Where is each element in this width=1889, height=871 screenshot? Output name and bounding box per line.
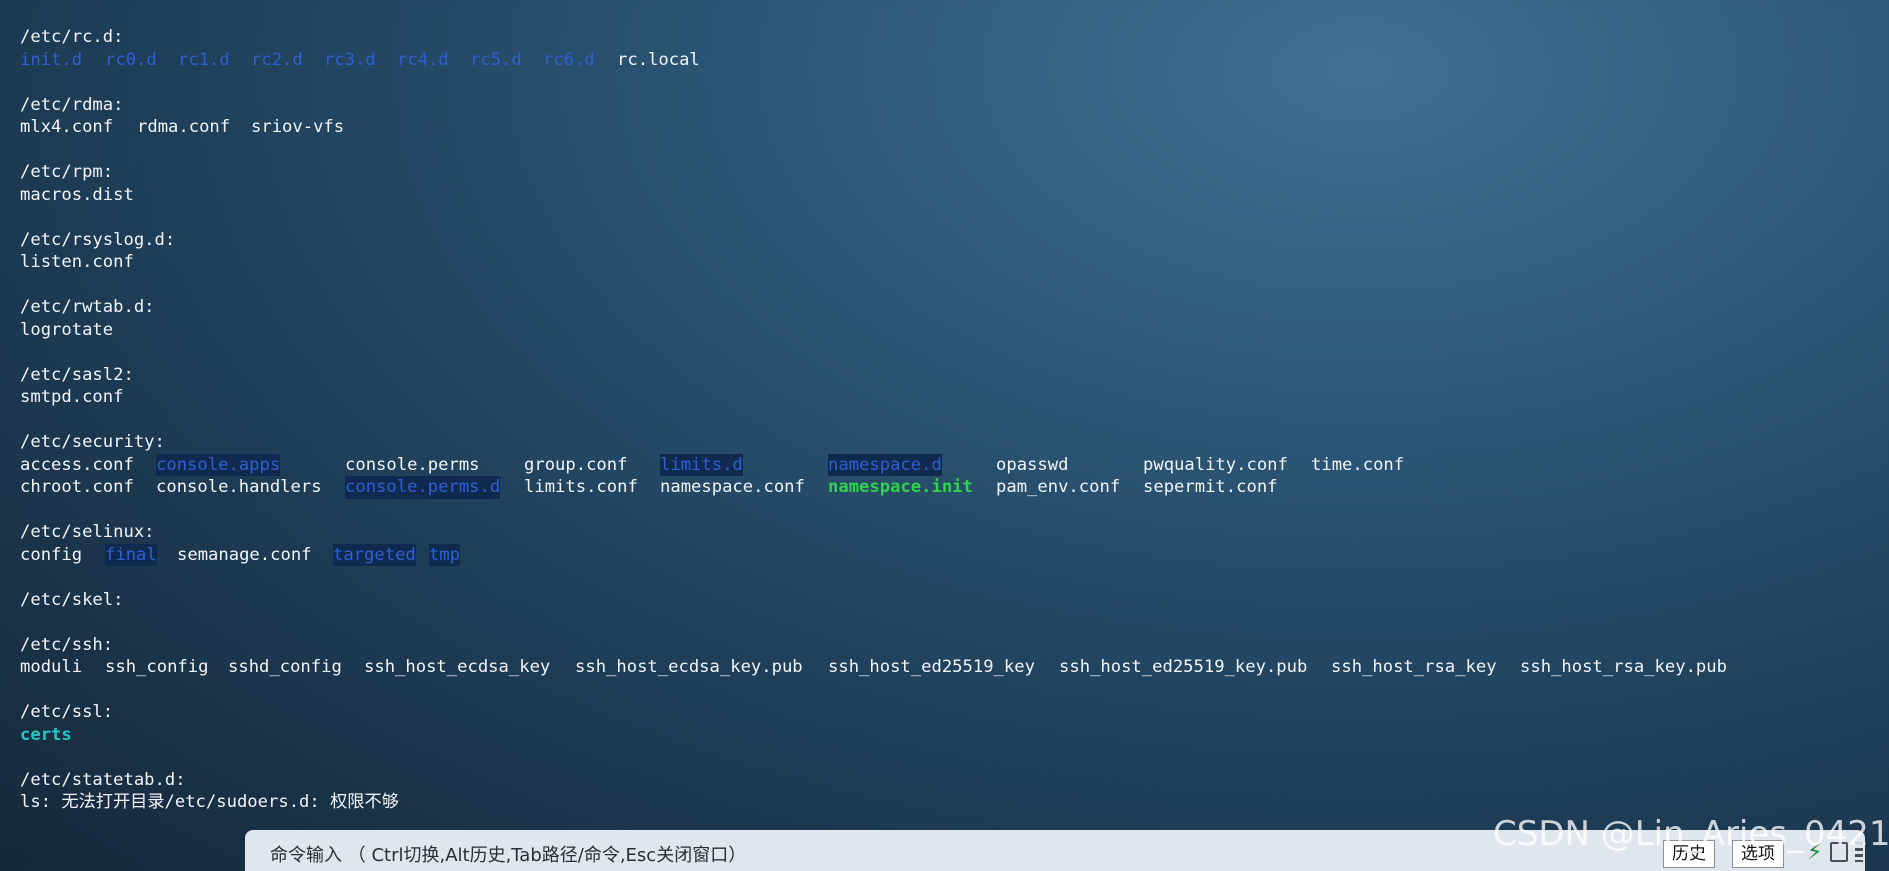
terminal-text: pwquality.conf	[1143, 454, 1288, 475]
terminal-text: /etc/statetab.d:	[20, 769, 186, 790]
terminal-text: group.conf	[524, 454, 628, 475]
terminal-text: ssh_host_ecdsa_key	[364, 657, 551, 677]
terminal-line: /etc/ssh:	[20, 634, 1880, 657]
directory-entry: rc2.d	[251, 49, 303, 70]
terminal-text: /etc/security:	[20, 432, 165, 452]
terminal-line: /etc/rpm:	[20, 161, 1880, 184]
terminal-text: /etc/ssh:	[20, 634, 114, 655]
terminal-text: rc.local	[617, 49, 700, 70]
terminal-text: /etc/selinux:	[20, 522, 155, 542]
terminal-line: ls: 无法打开目录/etc/sudoers.d: 权限不够	[20, 791, 1880, 814]
directory-entry: limits.d	[660, 453, 743, 476]
terminal-line: config final semanage.conf targeted tmp	[20, 543, 1880, 566]
terminal-line: /etc/statetab.d:	[20, 769, 1880, 792]
terminal-text: listen.conf	[20, 252, 134, 272]
terminal-line: access.conf console.apps console.perms grou…	[20, 453, 1880, 476]
terminal-text: smtpd.conf	[20, 387, 124, 407]
terminal-text: /etc/skel:	[20, 589, 124, 610]
directory-entry: rc6.d	[543, 49, 595, 70]
terminal-text: ssh_host_ecdsa_key.pub	[575, 657, 803, 677]
directory-entry: rc1.d	[178, 49, 230, 70]
executable-file: namespace.init	[828, 477, 973, 497]
directory-entry: rc0.d	[105, 49, 157, 70]
terminal-line: moduli ssh_config sshd_config ssh_host_ecds…	[20, 656, 1880, 679]
terminal-line: certs	[20, 724, 1880, 747]
terminal-text: sshd_config	[228, 657, 342, 677]
terminal-text: sepermit.conf	[1143, 477, 1278, 497]
terminal-text: namespace.conf	[660, 477, 805, 497]
terminal-text: rdma.conf	[137, 117, 231, 137]
terminal-text: /etc/rpm:	[20, 162, 114, 182]
terminal-text: macros.dist	[20, 184, 134, 205]
directory-entry: final	[105, 543, 157, 566]
terminal-line: /etc/rwtab.d:	[20, 296, 1880, 319]
directory-entry: targeted	[333, 543, 416, 566]
directory-entry: tmp	[429, 543, 461, 566]
terminal-text: moduli	[20, 657, 83, 677]
directory-entry: rc4.d	[397, 49, 449, 70]
terminal-text: chroot.conf	[20, 477, 134, 497]
terminal-text: ssh_config	[105, 657, 209, 677]
terminal-text: /etc/rc.d:	[20, 27, 124, 47]
terminal-line: mlx4.conf rdma.conf sriov-vfs	[20, 116, 1880, 139]
terminal-output[interactable]: /etc/rc.d: init.d rc0.d rc1.d rc2.d rc3.d rc4…	[20, 26, 1880, 814]
terminal-text: console.handlers	[156, 477, 322, 497]
terminal-text: /etc/rsyslog.d:	[20, 229, 176, 250]
terminal-line: /etc/skel:	[20, 589, 1880, 612]
directory-entry: rc5.d	[470, 49, 522, 70]
terminal-line: /etc/rdma:	[20, 94, 1880, 117]
directory-entry: namespace.d	[828, 453, 942, 476]
terminal-text: ssh_host_ed25519_key	[828, 657, 1035, 677]
terminal-text: logrotate	[20, 319, 114, 340]
terminal-text: ssh_host_rsa_key	[1331, 657, 1497, 677]
command-input-hint[interactable]: 命令输入 （ Ctrl切换,Alt历史,Tab路径/命令,Esc关闭窗口）	[270, 841, 746, 867]
terminal-line: listen.conf	[20, 251, 1880, 274]
terminal-text: semanage.conf	[177, 544, 312, 565]
watermark: CSDN @Lin_Aries_0421	[1493, 814, 1889, 854]
terminal-text: console.perms	[345, 454, 480, 475]
directory-entry: console.apps	[156, 453, 281, 476]
directory-entry: console.perms.d	[345, 476, 501, 499]
terminal-line: smtpd.conf	[20, 386, 1880, 409]
terminal-line: init.d rc0.d rc1.d rc2.d rc3.d rc4.d rc5.d rc6.…	[20, 49, 1880, 72]
terminal-line: /etc/security:	[20, 431, 1880, 454]
directory-entry: rc3.d	[324, 49, 376, 70]
terminal-line: chroot.conf console.handlers console.perms…	[20, 476, 1880, 499]
terminal-line: /etc/rc.d:	[20, 26, 1880, 49]
terminal-text: config	[20, 544, 83, 565]
terminal-text: opasswd	[996, 454, 1069, 475]
terminal-text: /etc/rwtab.d:	[20, 297, 155, 317]
terminal-text: sriov-vfs	[251, 117, 345, 137]
terminal-line: macros.dist	[20, 184, 1880, 207]
terminal-text: mlx4.conf	[20, 117, 114, 137]
terminal-text: /etc/rdma:	[20, 94, 124, 115]
terminal-line: logrotate	[20, 319, 1880, 342]
terminal-line: /etc/selinux:	[20, 521, 1880, 544]
directory-entry: init.d	[20, 49, 83, 70]
terminal-line: /etc/ssl:	[20, 701, 1880, 724]
terminal-text: ls: 无法打开目录/etc/sudoers.d: 权限不够	[20, 792, 399, 812]
terminal-text: ssh_host_rsa_key.pub	[1520, 657, 1727, 677]
terminal-text: /etc/ssl:	[20, 702, 114, 722]
terminal-text: /etc/sasl2:	[20, 364, 134, 385]
terminal-text: time.conf	[1311, 454, 1405, 475]
symlink-entry: certs	[20, 724, 72, 745]
terminal-text: ssh_host_ed25519_key.pub	[1059, 657, 1308, 677]
terminal-text: access.conf	[20, 454, 134, 475]
terminal-line: /etc/sasl2:	[20, 364, 1880, 387]
terminal-line: /etc/rsyslog.d:	[20, 229, 1880, 252]
terminal-text: pam_env.conf	[996, 477, 1121, 497]
terminal-text: limits.conf	[524, 477, 638, 497]
